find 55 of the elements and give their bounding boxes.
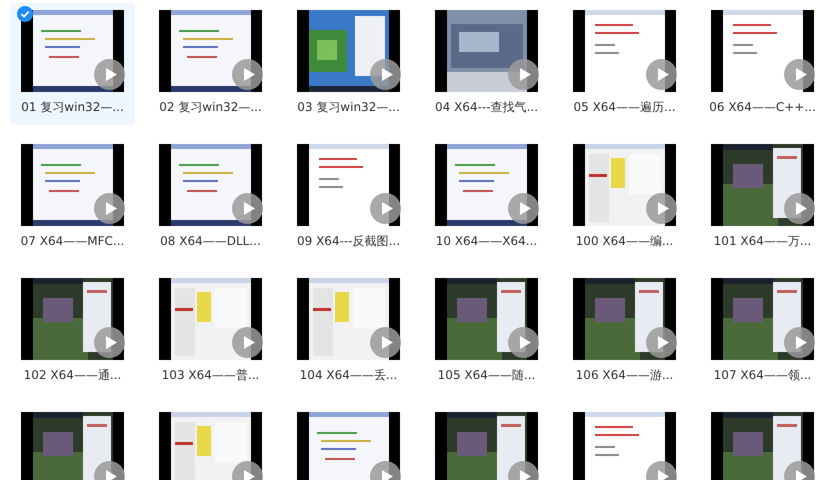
play-icon[interactable] [508,193,539,224]
video-item[interactable]: 100 X64——编... [562,137,687,259]
video-item[interactable]: 106 X64——游... [562,271,687,393]
play-icon[interactable] [646,193,677,224]
video-item[interactable]: 107 X64——领... [700,271,822,393]
play-icon[interactable] [370,327,401,358]
play-icon[interactable] [232,59,263,90]
file-name: 10 X64——X64... [436,233,538,250]
video-item[interactable]: 102 X64——通... [10,271,135,393]
file-name: 06 X64——C++... [709,99,816,116]
play-icon[interactable] [94,193,125,224]
file-name: 02 复习win32—... [159,99,262,116]
play-icon[interactable] [370,59,401,90]
play-icon[interactable] [784,59,815,90]
video-item[interactable]: 10 X64——X64... [424,137,549,259]
play-icon[interactable] [232,193,263,224]
play-icon[interactable] [784,193,815,224]
file-name: 107 X64——领... [714,367,812,384]
video-item[interactable]: 02 复习win32—... [148,3,273,125]
play-icon[interactable] [646,327,677,358]
file-name: 105 X64——随... [438,367,536,384]
video-item[interactable]: 01 复习win32—... [10,3,135,125]
file-name: 01 复习win32—... [21,99,124,116]
video-item[interactable]: 101 X64——万... [700,137,822,259]
file-name: 106 X64——游... [576,367,674,384]
file-name: 100 X64——编... [576,233,674,250]
file-name: 08 X64——DLL... [160,233,261,250]
file-name: 102 X64——通... [24,367,122,384]
video-item[interactable]: 05 X64——遍历... [562,3,687,125]
play-icon[interactable] [232,327,263,358]
video-item[interactable]: 103 X64——普... [148,271,273,393]
video-item[interactable]: 03 复习win32—... [286,3,411,125]
video-item[interactable]: 105 X64——随... [424,271,549,393]
file-name: 101 X64——万... [714,233,812,250]
play-icon[interactable] [508,327,539,358]
file-name: 04 X64---查找气... [435,99,538,116]
file-name: 09 X64---反截图... [297,233,400,250]
play-icon[interactable] [370,193,401,224]
video-item[interactable]: 09 X64---反截图... [286,137,411,259]
video-item[interactable]: 104 X64——丢... [286,271,411,393]
play-icon[interactable] [646,59,677,90]
video-item[interactable]: 04 X64---查找气... [424,3,549,125]
file-name: 05 X64——遍历... [573,99,676,116]
play-icon[interactable] [94,59,125,90]
file-name: 07 X64——MFC... [20,233,124,250]
play-icon[interactable] [94,327,125,358]
video-item[interactable]: 06 X64——C++... [700,3,822,125]
video-item[interactable]: 07 X64——MFC... [10,137,135,259]
file-name: 104 X64——丢... [300,367,398,384]
file-name: 103 X64——普... [162,367,260,384]
play-icon[interactable] [508,59,539,90]
play-icon[interactable] [784,327,815,358]
check-icon[interactable] [17,6,33,22]
file-name: 03 复习win32—... [297,99,400,116]
video-item[interactable]: 08 X64——DLL... [148,137,273,259]
